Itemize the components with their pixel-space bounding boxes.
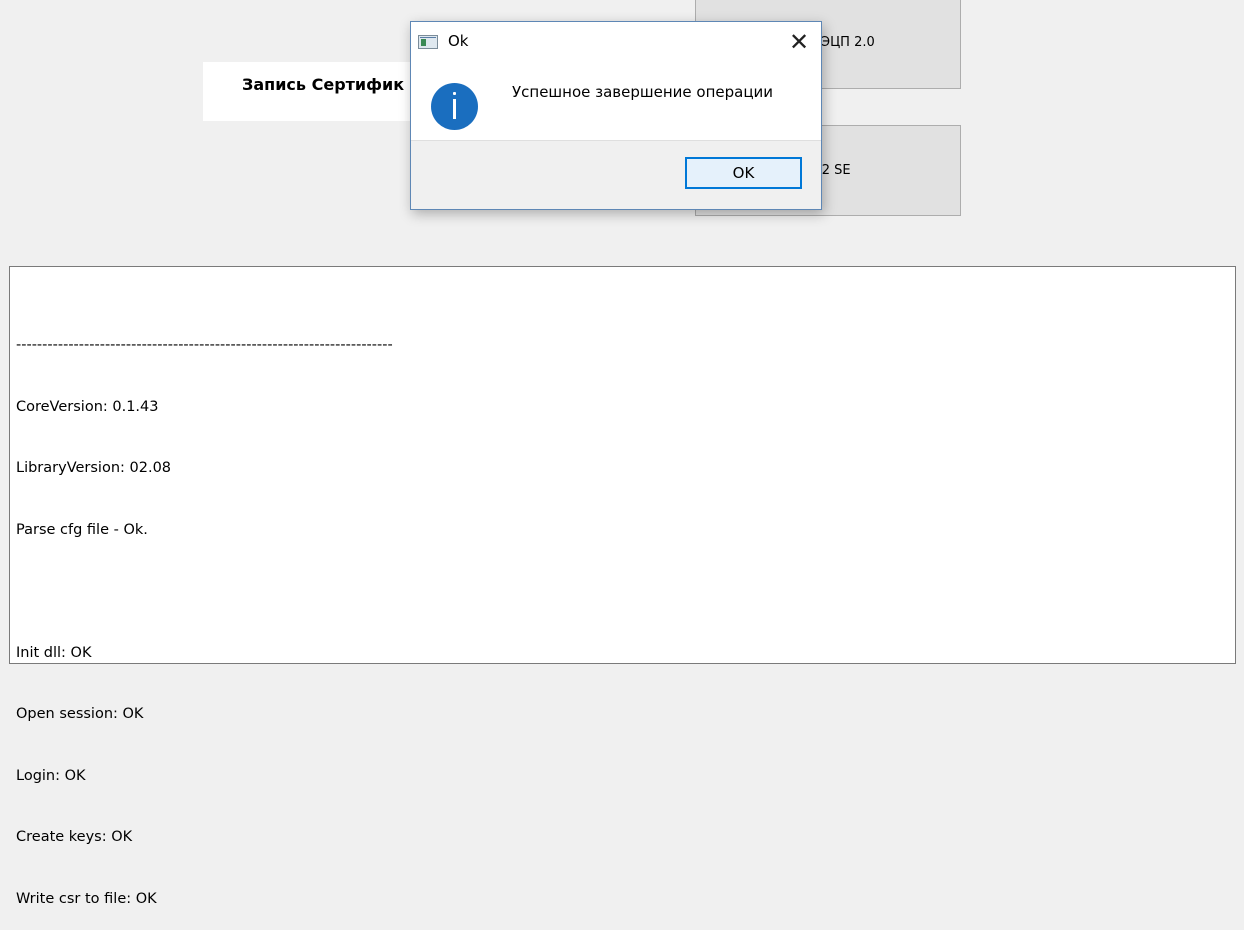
info-icon — [431, 83, 478, 130]
message-dialog: Ok ✕ Успешное завершение операции OK — [410, 21, 822, 210]
log-line: CoreVersion: 0.1.43 — [16, 398, 159, 415]
log-line: LibraryVersion: 02.08 — [16, 460, 172, 476]
dialog-footer: OK — [411, 140, 821, 209]
log-line: Login: OK — [16, 767, 86, 784]
log-line: Write csr to file: OK — [16, 890, 157, 907]
app-window-icon — [418, 35, 438, 49]
log-output[interactable]: ----------------------------------------… — [9, 266, 1236, 907]
dialog-message: Успешное завершение операции — [512, 83, 774, 101]
close-icon[interactable]: ✕ — [787, 30, 811, 54]
dialog-titlebar[interactable]: Ok ✕ — [411, 22, 821, 62]
log-line: Open session: OK — [16, 706, 144, 722]
ok-button[interactable]: OK — [685, 157, 802, 189]
dialog-title: Ok — [448, 32, 469, 50]
sign-ecp-button-label: ЭЦП 2.0 — [821, 35, 875, 50]
log-line: Parse cfg file - Ok. — [16, 521, 148, 538]
log-line: Init dll: OK — [16, 644, 92, 661]
log-line: Create keys: OK — [16, 829, 133, 845]
log-line: ----------------------------------------… — [16, 337, 393, 353]
page-title: Запись Сертифик — [242, 75, 405, 94]
